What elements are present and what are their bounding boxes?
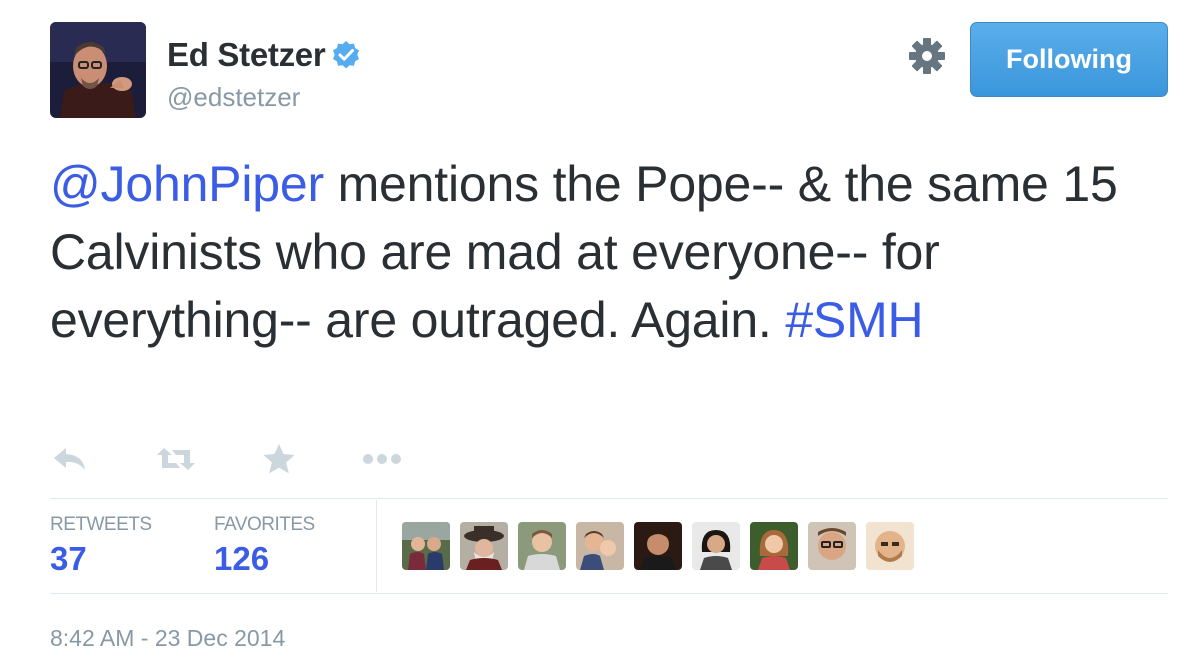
retweets-label: RETWEETS — [50, 514, 152, 535]
display-name[interactable]: Ed Stetzer — [167, 36, 326, 74]
favorite-icon[interactable] — [262, 441, 296, 477]
favoriters-avatars — [402, 522, 924, 570]
favoriter-avatar[interactable] — [634, 522, 682, 570]
favoriter-avatar[interactable] — [518, 522, 566, 570]
favoriter-avatar[interactable] — [460, 522, 508, 570]
retweets-count[interactable]: 37 — [50, 540, 152, 578]
divider — [50, 498, 1168, 499]
favorites-label: FAVORITES — [214, 514, 315, 535]
favoriter-avatar[interactable] — [808, 522, 856, 570]
gear-icon[interactable] — [908, 37, 946, 75]
favorites-count[interactable]: 126 — [214, 540, 315, 578]
following-button[interactable]: Following — [970, 22, 1168, 97]
favoriter-avatar[interactable] — [576, 522, 624, 570]
reply-icon[interactable] — [52, 441, 88, 477]
profile-avatar[interactable] — [50, 22, 146, 118]
hashtag-link[interactable]: #SMH — [785, 292, 923, 348]
favorites-stat[interactable]: FAVORITES 126 — [214, 500, 315, 578]
user-handle[interactable]: @edstetzer — [167, 82, 300, 113]
verified-badge-icon — [331, 40, 361, 70]
tweet-text: @JohnPiper mentions the Pope-- & the sam… — [50, 150, 1160, 354]
retweets-stat[interactable]: RETWEETS 37 — [50, 500, 152, 578]
favoriter-avatar[interactable] — [402, 522, 450, 570]
favoriter-avatar[interactable] — [692, 522, 740, 570]
stats-separator — [376, 500, 377, 592]
favoriter-avatar[interactable] — [866, 522, 914, 570]
tweet-timestamp[interactable]: 8:42 AM - 23 Dec 2014 — [50, 625, 285, 652]
mention-link[interactable]: @JohnPiper — [50, 156, 324, 212]
more-icon[interactable] — [362, 441, 402, 477]
retweet-icon[interactable] — [156, 441, 196, 477]
tweet-stats: RETWEETS 37 FAVORITES 126 — [50, 500, 1168, 592]
favoriter-avatar[interactable] — [750, 522, 798, 570]
divider — [50, 593, 1168, 594]
